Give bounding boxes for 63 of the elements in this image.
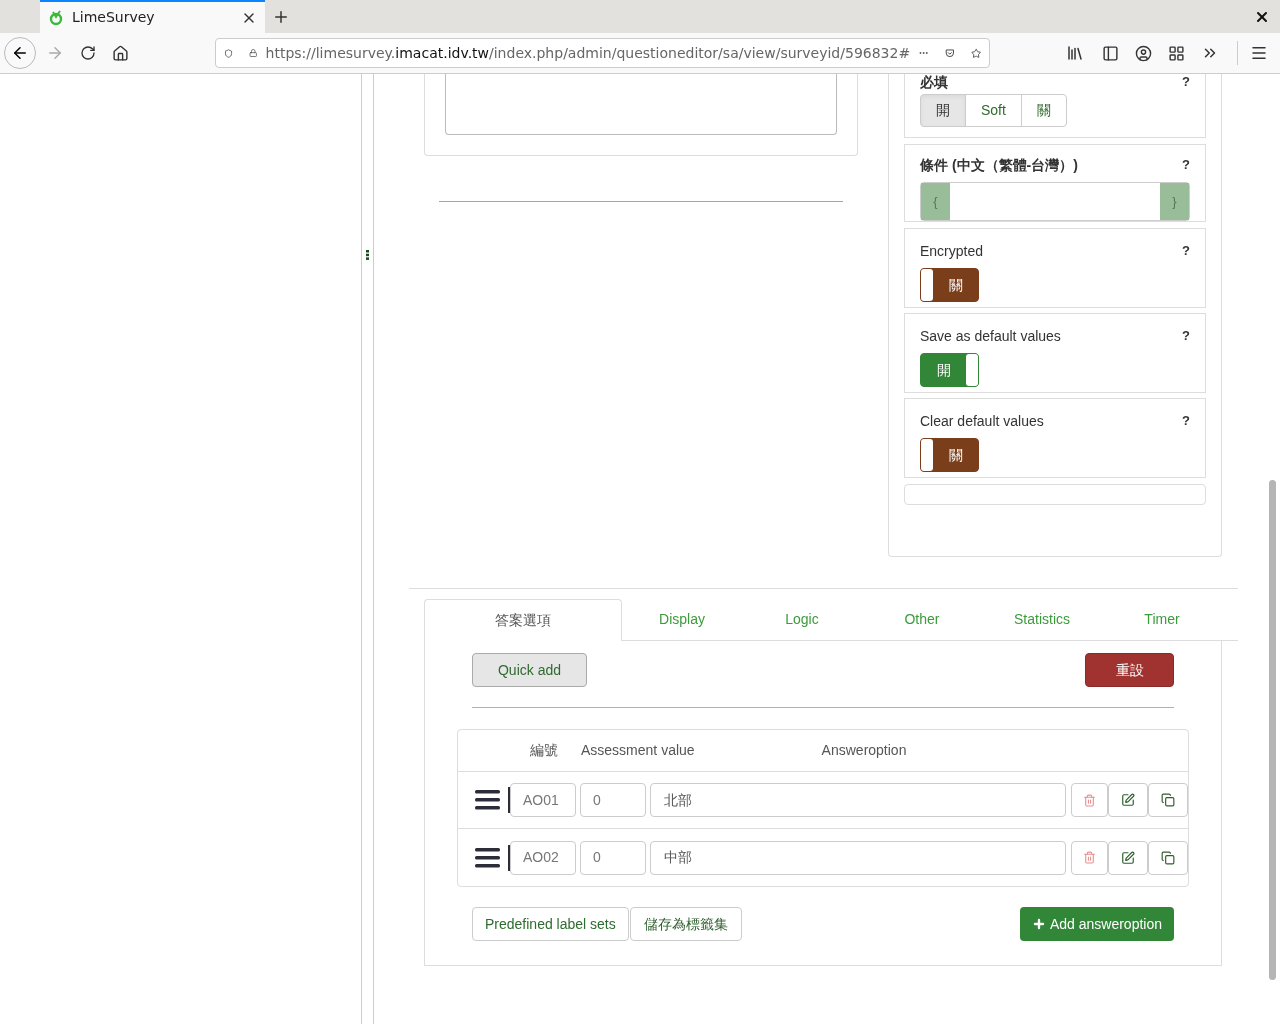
code-field[interactable]: AO02 bbox=[510, 840, 576, 875]
extensions-icon[interactable] bbox=[1168, 44, 1185, 62]
lime-logo-icon bbox=[48, 9, 64, 26]
tab[interactable]: Display bbox=[622, 599, 742, 641]
copy-icon bbox=[1161, 850, 1175, 865]
edit-icon bbox=[1121, 793, 1135, 807]
tab[interactable]: Logic bbox=[742, 599, 862, 641]
edit-button[interactable] bbox=[1108, 783, 1148, 817]
predefined-label-sets-button[interactable]: Predefined label sets bbox=[472, 907, 629, 941]
option-button[interactable]: Soft bbox=[965, 94, 1022, 127]
option-button[interactable]: 關 bbox=[1020, 94, 1067, 127]
column-header: 編號 bbox=[529, 741, 558, 760]
address-bar[interactable]: https://limesurvey.imacat.idv.tw/index.php/admin/questioneditor/sa/view/surveyid/596832# bbox=[215, 38, 990, 68]
copy-button[interactable] bbox=[1148, 840, 1188, 875]
help-icon[interactable]: ? bbox=[1182, 155, 1190, 176]
column-header: Answeroption bbox=[821, 741, 907, 760]
help-icon[interactable]: ? bbox=[1182, 326, 1190, 347]
reset-button[interactable]: 重設 bbox=[1085, 653, 1174, 687]
reload-icon[interactable] bbox=[80, 45, 96, 61]
scrollbar-thumb[interactable] bbox=[1269, 480, 1276, 980]
lock-icon bbox=[249, 46, 258, 60]
library-icon[interactable] bbox=[1066, 44, 1084, 62]
trash-icon bbox=[1083, 851, 1096, 864]
save-label-set-button[interactable]: 儲存為標籤集 bbox=[629, 907, 742, 941]
help-icon[interactable]: ? bbox=[1182, 241, 1190, 262]
answer-field[interactable]: 中部 bbox=[650, 840, 1066, 875]
sidebar-icon[interactable] bbox=[1102, 44, 1119, 62]
edit-icon bbox=[1121, 850, 1135, 865]
setting-label: Encrypted bbox=[920, 242, 984, 261]
help-icon[interactable]: ? bbox=[1182, 72, 1190, 92]
edit-button[interactable] bbox=[1108, 840, 1148, 875]
menu-icon[interactable] bbox=[1250, 44, 1268, 62]
tab[interactable]: Timer bbox=[1102, 599, 1222, 641]
toggle-switch[interactable]: 關 bbox=[920, 438, 979, 472]
tab[interactable]: Statistics bbox=[982, 599, 1102, 641]
account-icon[interactable] bbox=[1135, 44, 1152, 62]
tab[interactable]: Other bbox=[862, 599, 982, 641]
add-answer-option-button[interactable]: Add answeroption bbox=[1019, 907, 1174, 941]
trash-icon bbox=[1083, 793, 1096, 807]
code-field[interactable]: AO01 bbox=[510, 783, 576, 817]
browser-tab[interactable]: LimeSurvey bbox=[40, 0, 265, 33]
setting-label: 條件 (中文（繁體-台灣）) bbox=[920, 156, 1078, 175]
copy-icon bbox=[1161, 793, 1175, 807]
option-button[interactable]: 開 bbox=[920, 94, 966, 127]
toggle-switch[interactable]: 開 bbox=[920, 353, 979, 387]
toggle-switch[interactable]: 關 bbox=[920, 268, 979, 302]
setting-label: Clear default values bbox=[920, 412, 1044, 431]
answer-field[interactable]: 北部 bbox=[650, 783, 1066, 817]
tab-title: LimeSurvey bbox=[72, 8, 156, 27]
assessment-field[interactable]: 0 bbox=[580, 783, 646, 817]
tab[interactable]: 答案選項 bbox=[424, 599, 622, 641]
copy-button[interactable] bbox=[1148, 783, 1188, 817]
quick-add-button[interactable]: Quick add bbox=[472, 653, 587, 687]
help-icon[interactable]: ? bbox=[1182, 411, 1190, 432]
column-header: Assessment value bbox=[581, 741, 695, 760]
setting-label: Save as default values bbox=[920, 327, 1061, 346]
home-icon[interactable] bbox=[112, 44, 129, 62]
drag-handle-icon[interactable] bbox=[475, 847, 500, 868]
plus-icon bbox=[1031, 917, 1046, 931]
assessment-field[interactable]: 0 bbox=[580, 840, 646, 875]
drag-handle-icon[interactable] bbox=[366, 250, 369, 260]
drag-handle-icon[interactable] bbox=[475, 790, 500, 810]
setting-label: 必填 bbox=[920, 73, 948, 92]
